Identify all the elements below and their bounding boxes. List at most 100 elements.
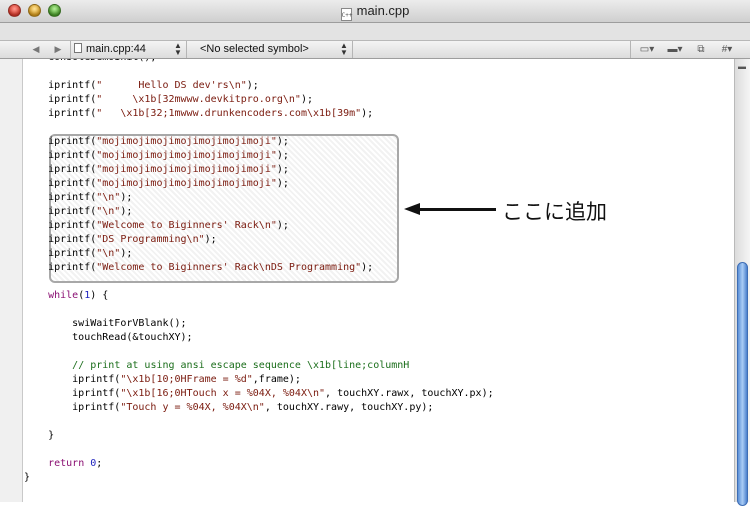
code-line[interactable]: iprintf("DS Programming\n"); <box>24 233 734 247</box>
annotation-label: ここに追加 <box>502 200 607 224</box>
code-line[interactable]: iprintf("mojimojimojimojimojimojimoji"); <box>24 163 734 177</box>
symbol-popup-label: <No selected symbol> <box>200 43 309 55</box>
code-editor[interactable]: consoleDemoInit(); iprintf(" Hello DS de… <box>24 59 734 502</box>
code-token: iprintf( <box>24 108 97 119</box>
code-line[interactable]: iprintf(" \x1b[32;1mwww.drunkencoders.co… <box>24 107 734 121</box>
code-token-str: "mojimojimojimojimojimojimoji" <box>96 150 277 161</box>
code-line[interactable]: iprintf("\n"); <box>24 247 734 261</box>
code-token-str: "mojimojimojimojimojimojimoji" <box>96 136 277 147</box>
editor-gutter[interactable] <box>0 59 23 502</box>
bookmarks-icon[interactable]: ▭▾ <box>634 42 660 57</box>
code-token: ); <box>120 192 133 203</box>
navigation-bar: ◀ ▶ main.cpp:44 ▲ ▼ <No selected symbol>… <box>0 41 750 59</box>
code-token: iprintf( <box>24 80 97 91</box>
code-token: ); <box>276 178 289 189</box>
file-popup[interactable]: main.cpp:44 <box>74 43 146 55</box>
code-line[interactable] <box>24 415 734 429</box>
code-token: iprintf( <box>24 402 121 413</box>
code-token: iprintf( <box>24 234 97 245</box>
window-title-text: main.cpp <box>356 3 410 18</box>
code-token-str: " \x1b[32mwww.devkitpro.org\n" <box>96 94 301 105</box>
code-token: consoleDemoInit(); <box>24 59 156 63</box>
code-token: ); <box>361 262 374 273</box>
vertical-scrollbar[interactable]: ▬ ▲ ▼ <box>734 59 750 506</box>
code-token-str: "DS Programming\n" <box>96 234 205 245</box>
code-token: ); <box>246 80 259 91</box>
code-token: ); <box>276 150 289 161</box>
code-token: iprintf( <box>24 248 97 259</box>
code-token-str: "Welcome to Biginners' Rack\n" <box>96 220 277 231</box>
includes-icon[interactable]: #▾ <box>714 42 740 57</box>
code-token: ); <box>120 206 133 217</box>
code-line[interactable] <box>24 275 734 289</box>
code-line[interactable]: iprintf("mojimojimojimojimojimojimoji"); <box>24 177 734 191</box>
code-line[interactable] <box>24 443 734 457</box>
symbol-popup-chevron-icon[interactable]: ▲ ▼ <box>340 42 348 57</box>
code-line[interactable] <box>24 345 734 359</box>
code-token: ); <box>276 164 289 175</box>
code-token: iprintf( <box>24 192 97 203</box>
code-token: iprintf( <box>24 262 97 273</box>
code-line[interactable]: } <box>24 429 734 443</box>
code-token: ); <box>276 220 289 231</box>
code-token: ); <box>276 136 289 147</box>
code-line[interactable]: while(1) { <box>24 289 734 303</box>
scroll-thumb[interactable] <box>737 262 748 506</box>
code-token-str: "\n" <box>96 192 121 203</box>
code-token: , touchXY.rawx, touchXY.px); <box>325 388 494 399</box>
symbol-popup[interactable]: <No selected symbol> <box>200 43 309 55</box>
code-line[interactable] <box>24 121 734 135</box>
code-token-str: " Hello DS dev'rs\n" <box>96 80 247 91</box>
code-line[interactable]: iprintf("\n"); <box>24 205 734 219</box>
code-line[interactable]: iprintf("\x1b[10;0HFrame = %d",frame); <box>24 373 734 387</box>
code-token: iprintf( <box>24 374 121 385</box>
code-text[interactable]: consoleDemoInit(); iprintf(" Hello DS de… <box>24 59 734 485</box>
code-token-str: "Touch y = %04X, %04X\n" <box>120 402 265 413</box>
code-line[interactable]: iprintf("mojimojimojimojimojimojimoji"); <box>24 149 734 163</box>
code-line[interactable]: swiWaitForVBlank(); <box>24 317 734 331</box>
code-line[interactable]: touchRead(&touchXY); <box>24 331 734 345</box>
code-line[interactable] <box>24 303 734 317</box>
code-token: } <box>24 430 55 441</box>
window-titlebar: C++ main.cpp <box>0 0 750 23</box>
nav-divider <box>186 41 187 58</box>
file-popup-label: main.cpp:44 <box>86 43 146 55</box>
code-line[interactable]: // print at using ansi escape sequence \… <box>24 359 734 373</box>
code-token: } <box>24 472 31 483</box>
code-token: ; <box>96 458 103 469</box>
code-token-kw: return <box>48 458 85 469</box>
code-line[interactable] <box>24 65 734 79</box>
code-token-cmt: // print at using ansi escape sequence \… <box>72 360 410 371</box>
code-line[interactable]: } <box>24 471 734 485</box>
breakpoints-icon[interactable]: ▬▾ <box>662 42 688 57</box>
forward-arrow-icon[interactable]: ▶ <box>48 42 68 57</box>
file-popup-chevron-icon[interactable]: ▲ ▼ <box>174 42 182 57</box>
code-line[interactable]: iprintf("\n"); <box>24 191 734 205</box>
code-token: ); <box>361 108 374 119</box>
split-view-icon[interactable]: ▬ <box>737 62 747 71</box>
file-icon <box>74 43 82 53</box>
code-token: touchRead(&touchXY); <box>24 332 193 343</box>
code-token: iprintf( <box>24 94 97 105</box>
code-line[interactable]: iprintf("Touch y = %04X, %04X\n", touchX… <box>24 401 734 415</box>
code-line[interactable]: iprintf("Welcome to Biginners' Rack\nDS … <box>24 261 734 275</box>
code-line[interactable]: iprintf("mojimojimojimojimojimojimoji"); <box>24 135 734 149</box>
code-token-str: " \x1b[32;1mwww.drunkencoders.com\x1b[39… <box>96 108 362 119</box>
code-line[interactable]: iprintf("Welcome to Biginners' Rack\n"); <box>24 219 734 233</box>
code-line[interactable]: return 0; <box>24 457 734 471</box>
code-token-kw: while <box>48 290 79 301</box>
cpp-file-icon: C++ <box>340 8 352 21</box>
code-token: ); <box>120 248 133 259</box>
code-line[interactable]: iprintf(" \x1b[32mwww.devkitpro.org\n"); <box>24 93 734 107</box>
code-line[interactable]: iprintf("\x1b[16;0HTouch x = %04X, %04X\… <box>24 387 734 401</box>
code-line[interactable]: iprintf(" Hello DS dev'rs\n"); <box>24 79 734 93</box>
back-arrow-icon[interactable]: ◀ <box>26 42 46 57</box>
code-token: , touchXY.rawy, touchXY.py); <box>264 402 434 413</box>
code-token-str: "\x1b[16;0HTouch x = %04X, %04X\n" <box>120 388 326 399</box>
code-token-str: "\n" <box>96 248 121 259</box>
code-token: ,frame); <box>252 374 301 385</box>
counterpart-icon[interactable]: ⧉ <box>688 42 714 57</box>
annotation-arrow <box>416 208 496 211</box>
